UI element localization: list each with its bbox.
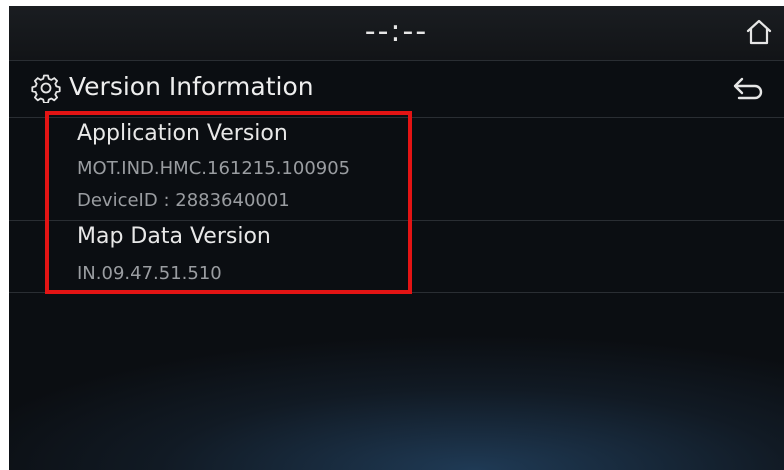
item-label: Application Version — [77, 121, 288, 146]
title-bar: Version Information — [9, 61, 784, 118]
infotainment-screen: --:-- Version Information Application Ve… — [9, 6, 784, 470]
item-label: Map Data Version — [77, 224, 271, 249]
list-item-application-version: Application Version MOT.IND.HMC.161215.1… — [9, 118, 784, 220]
application-version-value: MOT.IND.HMC.161215.100905 — [77, 158, 351, 179]
list-item-map-data-version: Map Data Version IN.09.47.51.510 — [9, 221, 784, 291]
device-id-value: DeviceID : 2883640001 — [77, 190, 290, 211]
screenshot-frame: --:-- Version Information Application Ve… — [0, 0, 784, 470]
status-bar: --:-- — [9, 6, 784, 61]
back-button[interactable] — [731, 75, 765, 103]
divider — [9, 292, 784, 293]
back-arrow-icon — [733, 77, 763, 100]
map-data-version-value: IN.09.47.51.510 — [77, 263, 222, 284]
home-icon — [746, 19, 772, 45]
gear-icon — [31, 73, 61, 104]
page-title: Version Information — [69, 72, 314, 101]
clock: --:-- — [364, 14, 429, 49]
home-button[interactable] — [745, 18, 773, 46]
